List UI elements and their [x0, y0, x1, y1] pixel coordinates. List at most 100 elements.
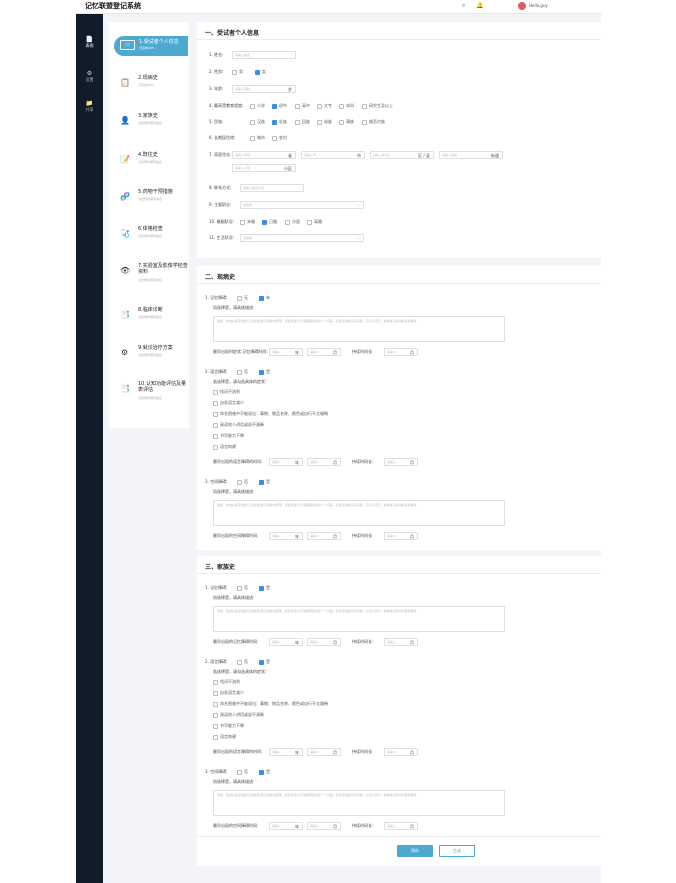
- step-item[interactable]: 📋 2.现病史 已完成40%: [109, 70, 189, 100]
- name-input[interactable]: 请输入姓名: [232, 51, 296, 59]
- step-item[interactable]: 🧬 5.药物干预措施 点击预约填写信息: [109, 184, 189, 214]
- marital-checkbox[interactable]: [262, 220, 267, 225]
- year-input[interactable]: 请输入年: [269, 458, 303, 466]
- ethnicity-checkbox[interactable]: [272, 120, 277, 125]
- residence-checkbox[interactable]: [272, 136, 277, 141]
- ethnicity-checkbox[interactable]: [339, 120, 344, 125]
- nav-item-share[interactable]: 📁 共享: [76, 100, 103, 112]
- year-input[interactable]: 请输入年: [269, 532, 303, 540]
- language-yes-checkbox[interactable]: [259, 660, 264, 665]
- symptom-checkbox[interactable]: [213, 401, 218, 406]
- sex-female-checkbox[interactable]: [255, 70, 260, 75]
- year-input[interactable]: 请输入年: [269, 822, 303, 830]
- edu-checkbox[interactable]: [295, 104, 300, 109]
- step-item[interactable]: 👤 3.家族史 点击预约填写信息: [109, 108, 189, 138]
- ethnicity-checkbox[interactable]: [295, 120, 300, 125]
- year-input[interactable]: 请输入年: [269, 638, 303, 646]
- contact-input[interactable]: 请输入联系方式: [240, 184, 304, 192]
- month-input[interactable]: 请输入月: [307, 458, 341, 466]
- step-item[interactable]: 🩺 6.体格检查 点击预约填写信息: [109, 221, 189, 251]
- spatial-no-checkbox[interactable]: [237, 480, 242, 485]
- symptom-checkbox[interactable]: [213, 724, 218, 729]
- spatial-description-textarea[interactable]: 例如，他(她)是否经常忘记他(她)把东西放在哪里；是否经常记不得刚刚说过的一个词…: [213, 790, 505, 816]
- option-label: 语言构建: [220, 734, 236, 739]
- age-input[interactable]: 请输入年龄岁: [232, 85, 296, 93]
- month-input[interactable]: 请输入月: [307, 822, 341, 830]
- search-icon[interactable]: ⌕: [462, 2, 465, 10]
- bell-icon[interactable]: 🔔: [476, 2, 483, 9]
- community-input[interactable]: 请输入小区 小区: [232, 164, 296, 172]
- symptom-checkbox[interactable]: [213, 423, 218, 428]
- living-select[interactable]: 请选择 ⌄: [240, 234, 364, 242]
- edu-checkbox[interactable]: [250, 104, 255, 109]
- step-item[interactable]: 👁 7.实验室及影像学检查资料 点击预约填写信息: [109, 258, 189, 298]
- duration-input[interactable]: 请输入月: [384, 748, 418, 756]
- ethnicity-checkbox[interactable]: [362, 120, 367, 125]
- symptom-checkbox[interactable]: [213, 735, 218, 740]
- memory-description-textarea[interactable]: 例如，他(她)是否经常忘记他(她)把东西放在哪里；是否经常记不得刚刚说过的一个词…: [213, 316, 505, 342]
- language-no-checkbox[interactable]: [237, 660, 242, 665]
- ethnicity-checkbox[interactable]: [317, 120, 322, 125]
- sex-male-checkbox[interactable]: [232, 70, 237, 75]
- city-input[interactable]: 请输入市市: [301, 151, 365, 159]
- nav-item-settings[interactable]: ⚙ 设置: [76, 70, 103, 82]
- street-input[interactable]: 请输入街道 街道: [439, 151, 503, 159]
- edu-checkbox[interactable]: [339, 104, 344, 109]
- marital-checkbox[interactable]: [240, 220, 245, 225]
- residence-checkbox[interactable]: [250, 136, 255, 141]
- symptom-checkbox[interactable]: [213, 434, 218, 439]
- option-label: 找词不流利: [220, 389, 240, 394]
- step-item[interactable]: ▭ 1.受试者个人信息 已完成40%: [114, 36, 188, 56]
- month-input[interactable]: 请输入月: [307, 532, 341, 540]
- memory-description-textarea[interactable]: 例如，他(她)是否经常忘记他(她)把东西放在哪里；是否经常记不得刚刚说过的一个词…: [213, 606, 505, 632]
- memory-no-checkbox[interactable]: [237, 586, 242, 591]
- generate-button[interactable]: 生成: [439, 845, 475, 857]
- duration-input[interactable]: 请输入月: [384, 822, 418, 830]
- province-input[interactable]: 请输入省份省: [232, 151, 296, 159]
- nav-item-cases[interactable]: 📄 表例: [76, 36, 103, 48]
- spatial-no-checkbox[interactable]: [237, 770, 242, 775]
- month-input[interactable]: 请输入月: [307, 348, 341, 356]
- memory-no-checkbox[interactable]: [237, 296, 242, 301]
- symptom-checkbox[interactable]: [213, 445, 218, 450]
- avatar[interactable]: [518, 2, 526, 10]
- marital-checkbox[interactable]: [285, 220, 290, 225]
- duration-input[interactable]: 请输入月: [384, 638, 418, 646]
- language-no-checkbox[interactable]: [237, 370, 242, 375]
- district-input[interactable]: 请输入区/县区 / 县: [370, 151, 434, 159]
- symptom-checkbox[interactable]: [213, 412, 218, 417]
- occupation-select[interactable]: 请选择 ⌄: [240, 201, 364, 209]
- section-title: 一、受试者个人信息: [205, 30, 260, 37]
- step-item[interactable]: 📑 8.临床诊断 点击预约填写信息: [109, 302, 189, 332]
- symptom-checkbox[interactable]: [213, 713, 218, 718]
- duration-input[interactable]: 请输入月: [384, 532, 418, 540]
- symptom-checkbox[interactable]: [213, 390, 218, 395]
- year-input[interactable]: 请输入年: [269, 748, 303, 756]
- memory-yes-checkbox[interactable]: [259, 586, 264, 591]
- edu-checkbox[interactable]: [362, 104, 367, 109]
- memory-yes-checkbox[interactable]: [259, 296, 264, 301]
- option-label: 城市: [257, 135, 265, 140]
- edu-checkbox[interactable]: [317, 104, 322, 109]
- save-button[interactable]: 保存: [397, 845, 433, 857]
- user-name[interactable]: Hello,guy: [529, 3, 548, 8]
- option-label: 本科: [346, 103, 354, 108]
- symptom-checkbox[interactable]: [213, 691, 218, 696]
- symptom-checkbox[interactable]: [213, 680, 218, 685]
- duration-input[interactable]: 请输入月: [384, 458, 418, 466]
- duration-input[interactable]: 请输入月: [384, 348, 418, 356]
- spatial-description-textarea[interactable]: 例如，他(她)是否经常忘记他(她)把东西放在哪里；是否经常记不得刚刚说过的一个词…: [213, 500, 505, 526]
- language-yes-checkbox[interactable]: [259, 370, 264, 375]
- year-input[interactable]: 请输入年: [269, 348, 303, 356]
- month-input[interactable]: 请输入月: [307, 748, 341, 756]
- spatial-yes-checkbox[interactable]: [259, 480, 264, 485]
- step-item[interactable]: 📑 10.认知功能评估及量表评估 点击预约填写信息: [109, 376, 189, 416]
- month-input[interactable]: 请输入月: [307, 638, 341, 646]
- step-item[interactable]: ⚙ 9.就诊治疗方案 点击预约填写信息: [109, 340, 189, 370]
- marital-checkbox[interactable]: [307, 220, 312, 225]
- spatial-yes-checkbox[interactable]: [259, 770, 264, 775]
- symptom-checkbox[interactable]: [213, 702, 218, 707]
- ethnicity-checkbox[interactable]: [250, 120, 255, 125]
- edu-checkbox[interactable]: [272, 104, 277, 109]
- step-item[interactable]: 📝 4.既往史 点击预约填写信息: [109, 147, 189, 177]
